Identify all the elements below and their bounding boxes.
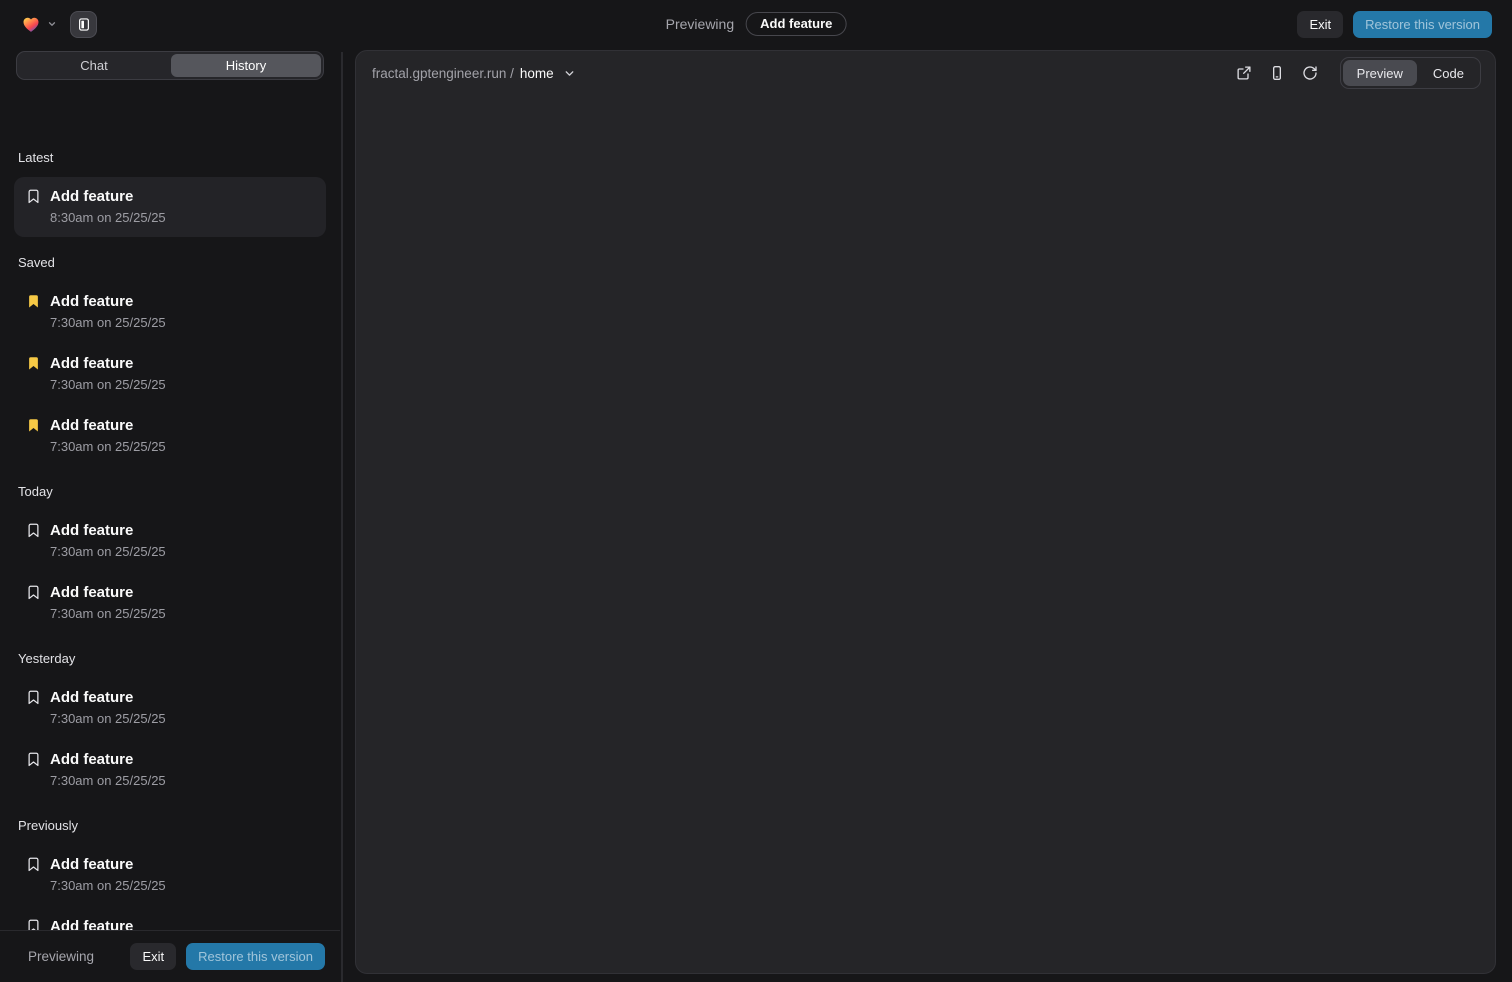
history-item-title: Add feature [50, 917, 166, 930]
history-section-header: Previously [18, 818, 322, 833]
history-item-meta: Add feature 7:30am on 25/25/25 [50, 354, 166, 394]
history-item[interactable]: Add feature 7:30am on 25/25/25 [14, 573, 326, 633]
tab-preview[interactable]: Preview [1343, 60, 1417, 86]
url-breadcrumb[interactable]: fractal.gptengineer.run / home [372, 66, 576, 81]
history-item-time: 7:30am on 25/25/25 [50, 605, 166, 623]
history-item[interactable]: Add feature 7:30am on 25/25/25 [14, 740, 326, 800]
sidebar-scrollbar[interactable] [341, 52, 343, 982]
mobile-preview-button[interactable] [1269, 65, 1285, 81]
refresh-icon [1302, 65, 1318, 81]
bookmark-icon [26, 585, 41, 600]
previewing-label: Previewing [666, 16, 734, 32]
history-item-meta: Add feature 7:30am on 25/25/25 [50, 688, 166, 728]
preview-panel: fractal.gptengineer.run / home [355, 50, 1496, 974]
tab-code[interactable]: Code [1419, 60, 1478, 86]
history-item-time: 7:30am on 25/25/25 [50, 314, 166, 332]
history-item[interactable]: Add feature 7:30am on 25/25/25 [14, 344, 326, 404]
preview-viewport [356, 95, 1495, 973]
sidebar-tab-switcher: Chat History [16, 51, 324, 80]
history-item-title: Add feature [50, 688, 166, 708]
heart-icon [20, 14, 42, 34]
bookmark-icon [26, 356, 41, 371]
history-item-meta: Add feature 7:30am on 25/25/25 [50, 583, 166, 623]
view-mode-switcher: Preview Code [1340, 57, 1481, 89]
bookmark-icon [26, 690, 41, 705]
panel-left-icon [77, 17, 91, 32]
history-item-meta: Add feature 7:30am on 25/25/25 [50, 855, 166, 895]
footer-exit-button[interactable]: Exit [130, 943, 176, 970]
url-prefix: fractal.gptengineer.run / [372, 66, 514, 81]
history-item-title: Add feature [50, 416, 166, 436]
history-item-meta: Add feature7:30am on 25/25/25 [50, 917, 166, 930]
app-logo-menu[interactable] [20, 14, 57, 34]
history-item-meta: Add feature 8:30am on 25/25/25 [50, 187, 166, 227]
footer-restore-button[interactable]: Restore this version [186, 943, 325, 970]
refresh-button[interactable] [1302, 65, 1318, 81]
sidebar-toggle-button[interactable] [70, 11, 97, 38]
history-item-meta: Add feature 7:30am on 25/25/25 [50, 521, 166, 561]
exit-button[interactable]: Exit [1297, 11, 1343, 38]
smartphone-icon [1269, 65, 1285, 81]
history-item-title: Add feature [50, 187, 166, 207]
history-item-meta: Add feature 7:30am on 25/25/25 [50, 292, 166, 332]
history-item-title: Add feature [50, 354, 166, 374]
preview-panel-header: fractal.gptengineer.run / home [356, 51, 1495, 95]
history-section-header: Today [18, 484, 322, 499]
history-item-time: 7:30am on 25/25/25 [50, 376, 166, 394]
bookmark-icon [26, 857, 41, 872]
history-item[interactable]: Add feature 7:30am on 25/25/25 [14, 406, 326, 466]
history-item-title: Add feature [50, 750, 166, 770]
history-section-header: Saved [18, 255, 322, 270]
history-item-title: Add feature [50, 583, 166, 603]
history-item-title: Add feature [50, 292, 166, 312]
history-section-header: Latest [18, 150, 322, 165]
sidebar-footer: Previewing Exit Restore this version [0, 930, 340, 982]
history-item-time: 7:30am on 25/25/25 [50, 772, 166, 790]
history-item[interactable]: Add feature 7:30am on 25/25/25 [14, 282, 326, 342]
bookmark-icon [26, 752, 41, 767]
footer-previewing-label: Previewing [28, 949, 94, 964]
history-item-time: 7:30am on 25/25/25 [50, 877, 166, 895]
history-item-title: Add feature [50, 855, 166, 875]
history-item[interactable]: Add feature 7:30am on 25/25/25 [14, 511, 326, 571]
history-item-meta: Add feature 7:30am on 25/25/25 [50, 416, 166, 456]
tab-chat[interactable]: Chat [19, 54, 169, 77]
history-item[interactable]: Add feature 7:30am on 25/25/25 [14, 678, 326, 738]
topbar: Previewing Add feature Exit Restore this… [0, 0, 1512, 48]
bookmark-icon [26, 919, 41, 930]
external-link-icon [1236, 65, 1252, 81]
chevron-down-icon [563, 67, 576, 80]
tab-history[interactable]: History [171, 54, 321, 77]
version-badge: Add feature [746, 12, 846, 36]
history-item-title: Add feature [50, 521, 166, 541]
history-item[interactable]: Add feature 8:30am on 25/25/25 [14, 177, 326, 237]
bookmark-icon [26, 523, 41, 538]
history-item-time: 8:30am on 25/25/25 [50, 209, 166, 227]
history-item[interactable]: Add feature 7:30am on 25/25/25 [14, 845, 326, 905]
chevron-down-icon [47, 19, 57, 29]
history-item[interactable]: Add feature7:30am on 25/25/25 [14, 907, 326, 930]
history-sidebar: Chat History Latest Add feature 8:30am on … [0, 48, 340, 982]
restore-version-button[interactable]: Restore this version [1353, 11, 1492, 38]
history-list: Latest Add feature 8:30am on 25/25/25 Saved… [0, 132, 340, 930]
bookmark-icon [26, 418, 41, 433]
history-item-time: 7:30am on 25/25/25 [50, 438, 166, 456]
url-current-page: home [520, 66, 554, 81]
history-section-header: Yesterday [18, 651, 322, 666]
open-external-button[interactable] [1236, 65, 1252, 81]
bookmark-icon [26, 189, 41, 204]
history-item-time: 7:30am on 25/25/25 [50, 710, 166, 728]
history-item-meta: Add feature 7:30am on 25/25/25 [50, 750, 166, 790]
bookmark-icon [26, 294, 41, 309]
history-item-time: 7:30am on 25/25/25 [50, 543, 166, 561]
